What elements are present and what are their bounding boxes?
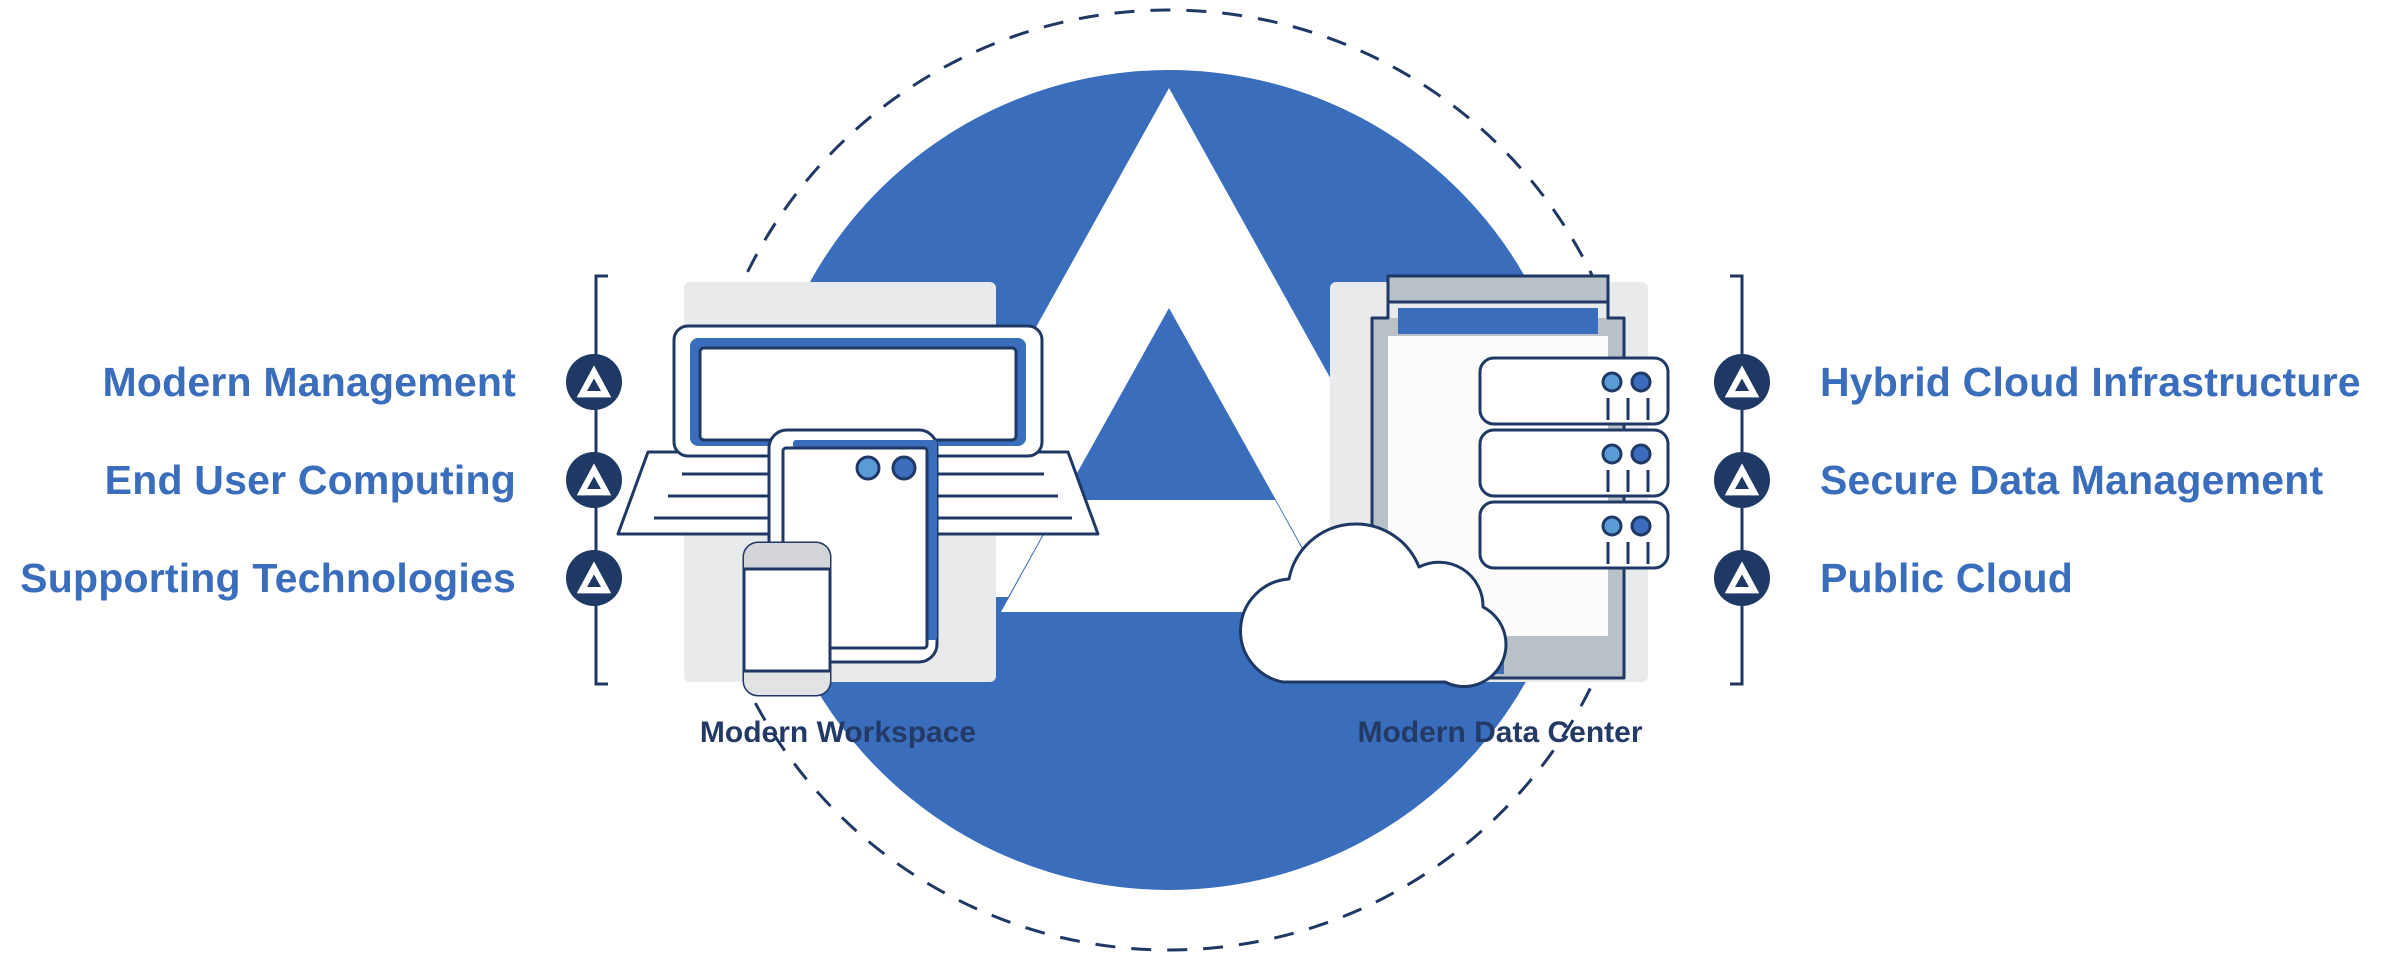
left-item-modern-management[interactable]: Modern Management [103,354,622,410]
right-item-label: Secure Data Management [1820,457,2324,503]
badge-circle [566,452,622,508]
camera-dot-light [855,455,881,481]
left-item-label: Supporting Technologies [20,555,516,601]
left-group-items: Modern Management End User Computing Sup… [20,354,622,606]
right-item-label: Hybrid Cloud Infrastructure [1820,359,2361,405]
server-unit [1478,356,1670,426]
left-item-supporting-technologies[interactable]: Supporting Technologies [20,550,622,606]
server-unit [1478,500,1670,570]
right-item-public-cloud[interactable]: Public Cloud [1714,550,2073,606]
right-item-hybrid-cloud-infrastructure[interactable]: Hybrid Cloud Infrastructure [1714,354,2361,410]
badge-circle [1714,354,1770,410]
server-units [1478,356,1670,570]
left-item-label: End User Computing [105,457,516,503]
caption-modern-workspace: Modern Workspace [700,716,976,749]
left-item-label: Modern Management [103,359,517,405]
right-item-secure-data-management[interactable]: Secure Data Management [1714,452,2324,508]
right-group-items: Hybrid Cloud Infrastructure Secure Data … [1714,354,2361,606]
left-item-end-user-computing[interactable]: End User Computing [105,452,622,508]
diagram-canvas: Modern Workspace Modern Data Center Mode… [0,0,2402,960]
phone-icon [742,541,832,697]
badge-circle [566,550,622,606]
server-unit [1478,428,1670,498]
badge-circle [1714,550,1770,606]
badge-circle [1714,452,1770,508]
right-item-label: Public Cloud [1820,555,2073,601]
caption-modern-data-center: Modern Data Center [1357,716,1642,749]
camera-dot-dark [891,455,917,481]
badge-circle [566,354,622,410]
